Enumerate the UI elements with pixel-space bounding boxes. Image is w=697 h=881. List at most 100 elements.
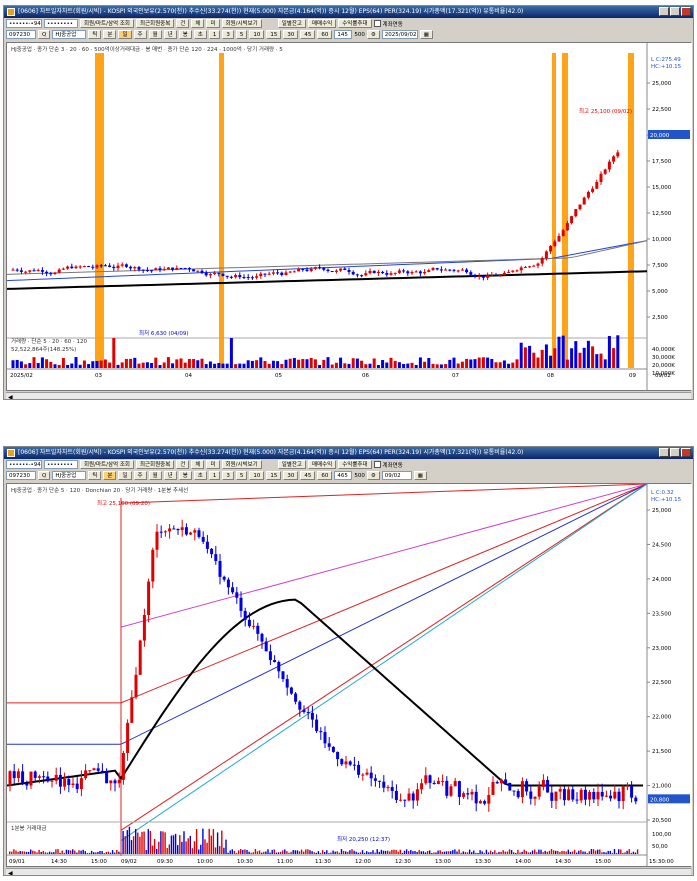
volume-bar bbox=[565, 851, 567, 854]
volume-bar bbox=[185, 841, 187, 854]
interval-10[interactable]: 10 bbox=[249, 471, 265, 480]
count-button[interactable]: 건 bbox=[176, 460, 190, 469]
profit-add-button[interactable]: 수익률추대 bbox=[338, 19, 372, 28]
minimize-icon[interactable] bbox=[659, 7, 669, 16]
period-year[interactable]: 년 bbox=[163, 30, 177, 39]
period-second[interactable]: 초 bbox=[193, 30, 207, 39]
close-icon[interactable] bbox=[681, 7, 691, 16]
trade-profit-button[interactable]: 매매수익 bbox=[307, 460, 337, 469]
count-input[interactable]: 465 bbox=[334, 471, 353, 480]
password-field[interactable]: •••••••• bbox=[44, 460, 78, 469]
date-input[interactable]: 2025/09/02 bbox=[381, 30, 418, 39]
lookup-button[interactable]: 회원/마트/삼억 조회 bbox=[80, 460, 134, 469]
interval-5[interactable]: 5 bbox=[235, 471, 248, 480]
period-second[interactable]: 초 bbox=[193, 471, 207, 480]
pending-button[interactable]: 미 bbox=[206, 460, 220, 469]
interval-30[interactable]: 30 bbox=[283, 471, 299, 480]
candle bbox=[150, 270, 154, 272]
body-button[interactable]: 체 bbox=[191, 460, 205, 469]
body-button[interactable]: 체 bbox=[191, 19, 205, 28]
interval-1[interactable]: 1 bbox=[208, 471, 221, 480]
volume-bar bbox=[254, 849, 257, 854]
period-month[interactable]: 월 bbox=[148, 471, 162, 480]
volume-bar bbox=[263, 360, 267, 368]
profit-add-button[interactable]: 수익률추대 bbox=[338, 460, 372, 469]
interval-15[interactable]: 15 bbox=[266, 471, 282, 480]
settings-icon[interactable]: ⚙ bbox=[366, 471, 380, 480]
close-icon[interactable] bbox=[681, 448, 691, 457]
period-week[interactable]: 주 bbox=[133, 471, 147, 480]
view-button[interactable]: 회원/시빅보기 bbox=[221, 460, 262, 469]
daily-balance-button[interactable]: 일별잔고 bbox=[277, 460, 306, 469]
period-year[interactable]: 년 bbox=[163, 471, 177, 480]
calendar-icon[interactable]: ▦ bbox=[419, 30, 433, 39]
candle bbox=[54, 774, 58, 781]
candle bbox=[243, 610, 247, 620]
period-minute[interactable]: 분 bbox=[103, 30, 117, 39]
period-minute[interactable]: 분 bbox=[103, 471, 117, 480]
password-field[interactable]: •••••••• bbox=[44, 19, 78, 28]
interval-60[interactable]: 60 bbox=[317, 30, 333, 39]
volume-bar bbox=[483, 852, 485, 854]
minimize-icon[interactable] bbox=[659, 448, 669, 457]
account-select[interactable]: ••••••-•94 bbox=[6, 460, 42, 469]
volume-bar bbox=[214, 847, 217, 854]
interval-60[interactable]: 60 bbox=[317, 471, 333, 480]
settings-icon[interactable]: ⚙ bbox=[366, 30, 380, 39]
calendar-icon[interactable]: ▦ bbox=[413, 471, 427, 480]
period-week[interactable]: 주 bbox=[133, 30, 147, 39]
daily-chart-area[interactable]: HJ중공업 · 종가 단순 3 · 20 · 60 · 500억이상거래대금 ·… bbox=[6, 42, 692, 391]
candle bbox=[309, 268, 313, 271]
minute-chart-window: [0606] 차트일자차트(회원/시빅) - KOSPI 외국인보유(2.570… bbox=[3, 446, 694, 876]
period-month[interactable]: 월 bbox=[148, 30, 162, 39]
account-link-checkbox[interactable] bbox=[373, 461, 381, 468]
volume-bar bbox=[72, 849, 74, 854]
account-link-checkbox[interactable] bbox=[373, 20, 381, 27]
period-tick[interactable]: 틱 bbox=[88, 471, 102, 480]
candle bbox=[486, 275, 490, 278]
date-input[interactable]: 09/02 bbox=[381, 471, 412, 480]
period-bong[interactable]: 봉 bbox=[178, 30, 192, 39]
daily-balance-button[interactable]: 일별잔고 bbox=[277, 19, 306, 28]
stock-code-input[interactable]: 097230 bbox=[6, 471, 36, 480]
trade-profit-button[interactable]: 매매수익 bbox=[307, 19, 337, 28]
daily-scrollbar[interactable]: ◀ bbox=[6, 392, 691, 399]
volume-bar bbox=[156, 848, 158, 854]
volume-bar bbox=[363, 852, 366, 854]
maximize-icon[interactable] bbox=[670, 7, 680, 16]
account-select[interactable]: ••••••-•94 bbox=[6, 19, 42, 28]
price-tick-label: 22,500 bbox=[652, 107, 672, 113]
pending-button[interactable]: 미 bbox=[206, 19, 220, 28]
count-input[interactable]: 145 bbox=[334, 30, 353, 39]
interval-45[interactable]: 45 bbox=[300, 30, 316, 39]
volume-bar bbox=[479, 850, 481, 854]
interval-15[interactable]: 15 bbox=[266, 30, 282, 39]
period-bong[interactable]: 봉 bbox=[178, 471, 192, 480]
minute-chart-area[interactable]: HJ중공업 · 종가 단순 5 · 120 · Donchian 20 · 당기… bbox=[6, 483, 692, 867]
period-tick[interactable]: 틱 bbox=[88, 30, 102, 39]
interval-3[interactable]: 3 bbox=[222, 471, 234, 480]
interval-30[interactable]: 30 bbox=[283, 30, 299, 39]
search-icon[interactable]: Q bbox=[38, 30, 51, 39]
period-day[interactable]: 일 bbox=[118, 471, 132, 480]
interval-3[interactable]: 3 bbox=[222, 30, 234, 39]
interval-10[interactable]: 10 bbox=[249, 30, 265, 39]
volume-bar bbox=[343, 363, 347, 368]
candle bbox=[130, 697, 134, 723]
count-button[interactable]: 건 bbox=[176, 19, 190, 28]
search-icon[interactable]: Q bbox=[38, 471, 51, 480]
minute-scrollbar[interactable]: ◀ bbox=[6, 868, 691, 875]
interval-5[interactable]: 5 bbox=[235, 30, 248, 39]
view-button[interactable]: 회원/시빅보기 bbox=[221, 19, 262, 28]
volume-bar bbox=[38, 849, 40, 854]
interval-1[interactable]: 1 bbox=[208, 30, 221, 39]
recent-button[interactable]: 최근회원중복 bbox=[135, 460, 175, 469]
scroll-arrow-icon[interactable]: ◀ bbox=[6, 394, 13, 399]
recent-button[interactable]: 최근회원중복 bbox=[135, 19, 175, 28]
period-day[interactable]: 일 bbox=[118, 30, 132, 39]
stock-code-input[interactable]: 097230 bbox=[6, 30, 36, 39]
scroll-arrow-icon[interactable]: ◀ bbox=[6, 870, 13, 875]
lookup-button[interactable]: 회원/마트/삼억 조회 bbox=[80, 19, 134, 28]
maximize-icon[interactable] bbox=[670, 448, 680, 457]
interval-45[interactable]: 45 bbox=[300, 471, 316, 480]
